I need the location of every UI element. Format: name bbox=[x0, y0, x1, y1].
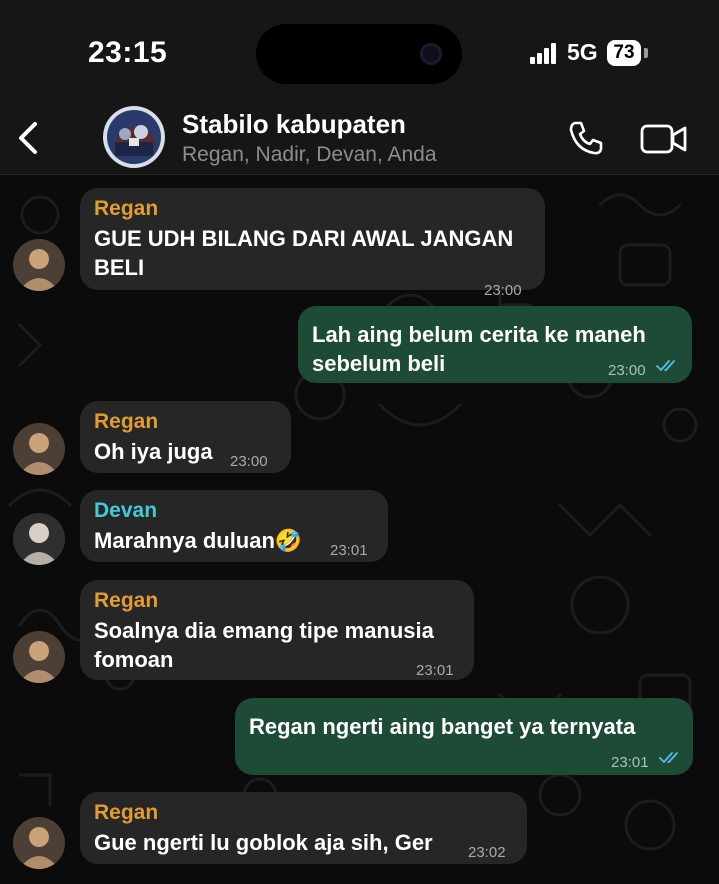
avatar-photo-image bbox=[13, 423, 65, 475]
message-text: Soalnya dia emang tipe manusia bbox=[94, 618, 434, 643]
whatsapp-screen: 23:15 5G 73 Stabilo kabupaten Regan, Nad… bbox=[0, 0, 719, 884]
video-camera-icon bbox=[640, 124, 687, 154]
battery-tip bbox=[644, 48, 648, 58]
outgoing-message-bubble[interactable]: Regan ngerti aing banget ya ternyata 23:0… bbox=[235, 698, 693, 775]
outgoing-message-bubble[interactable]: Lah aing belum cerita ke maneh sebelum be… bbox=[298, 306, 692, 383]
front-camera-icon bbox=[420, 43, 442, 65]
message-timestamp: 23:00 bbox=[230, 453, 268, 470]
video-call-button[interactable] bbox=[640, 121, 688, 157]
message-text: Gue ngerti lu goblok aja sih, Ger bbox=[94, 830, 433, 855]
message-text: Regan ngerti aing banget ya ternyata bbox=[249, 714, 636, 739]
message-text: BELI bbox=[94, 255, 145, 280]
group-photo-image bbox=[103, 106, 165, 168]
sender-avatar-devan[interactable] bbox=[13, 513, 65, 565]
group-name[interactable]: Stabilo kabupaten bbox=[182, 109, 406, 140]
message-sender-name[interactable]: Regan bbox=[94, 586, 158, 615]
network-type: 5G bbox=[567, 39, 598, 65]
message-timestamp: 23:00 bbox=[608, 362, 646, 379]
avatar-photo-image bbox=[13, 239, 65, 291]
group-members[interactable]: Regan, Nadir, Devan, Anda bbox=[182, 143, 437, 167]
incoming-message-bubble[interactable]: Regan GUE UDH BILANG DARI AWAL JANGAN BELI… bbox=[80, 188, 545, 299]
message-text: sebelum beli bbox=[312, 351, 446, 376]
group-avatar[interactable] bbox=[103, 106, 165, 168]
battery-level: 73 bbox=[613, 42, 635, 63]
message-text: Oh iya juga bbox=[94, 439, 213, 464]
status-time: 23:15 bbox=[88, 36, 168, 69]
incoming-message-bubble[interactable]: Regan Oh iya juga 23:00 bbox=[80, 401, 291, 473]
incoming-message-bubble[interactable]: Regan Soalnya dia emang tipe manusia fomoa… bbox=[80, 580, 474, 680]
message-text: Lah aing belum cerita ke maneh bbox=[312, 322, 646, 347]
chat-header: Stabilo kabupaten Regan, Nadir, Devan, A… bbox=[0, 104, 719, 175]
dynamic-island bbox=[256, 24, 462, 84]
chevron-left-icon bbox=[19, 122, 37, 154]
message-text: GUE UDH BILANG DARI AWAL JANGAN bbox=[94, 226, 514, 251]
message-sender-name[interactable]: Devan bbox=[94, 496, 157, 525]
message-text: fomoan bbox=[94, 647, 174, 672]
sender-avatar-regan[interactable] bbox=[13, 817, 65, 869]
message-sender-name[interactable]: Regan bbox=[94, 194, 158, 223]
message-timestamp: 23:01 bbox=[330, 542, 368, 559]
sender-avatar-regan[interactable] bbox=[13, 239, 65, 291]
phone-icon bbox=[569, 121, 603, 155]
chat-area[interactable]: Regan GUE UDH BILANG DARI AWAL JANGAN BELI… bbox=[0, 175, 719, 884]
voice-call-button[interactable] bbox=[566, 118, 606, 158]
incoming-message-bubble[interactable]: Devan Marahnya duluan🤣 23:01 bbox=[80, 490, 388, 562]
message-timestamp: 23:01 bbox=[611, 754, 649, 771]
back-button[interactable] bbox=[14, 118, 44, 158]
message-timestamp: 23:01 bbox=[416, 662, 454, 679]
avatar-photo-image bbox=[13, 513, 65, 565]
signal-icon bbox=[530, 42, 560, 64]
message-timestamp: 23:00 bbox=[484, 282, 522, 299]
battery-icon: 73 bbox=[607, 40, 641, 66]
avatar-photo-image bbox=[13, 631, 65, 683]
sender-avatar-regan[interactable] bbox=[13, 423, 65, 475]
message-timestamp: 23:02 bbox=[468, 844, 506, 861]
message-sender-name[interactable]: Regan bbox=[94, 407, 158, 436]
avatar-photo-image bbox=[13, 817, 65, 869]
message-text: Marahnya duluan🤣 bbox=[94, 528, 303, 553]
double-check-icon bbox=[659, 752, 678, 763]
message-sender-name[interactable]: Regan bbox=[94, 798, 158, 827]
double-check-icon bbox=[656, 360, 675, 371]
sender-avatar-regan[interactable] bbox=[13, 631, 65, 683]
status-bar: 23:15 5G 73 bbox=[0, 0, 719, 104]
incoming-message-bubble[interactable]: Regan Gue ngerti lu goblok aja sih, Ger 23… bbox=[80, 792, 527, 864]
